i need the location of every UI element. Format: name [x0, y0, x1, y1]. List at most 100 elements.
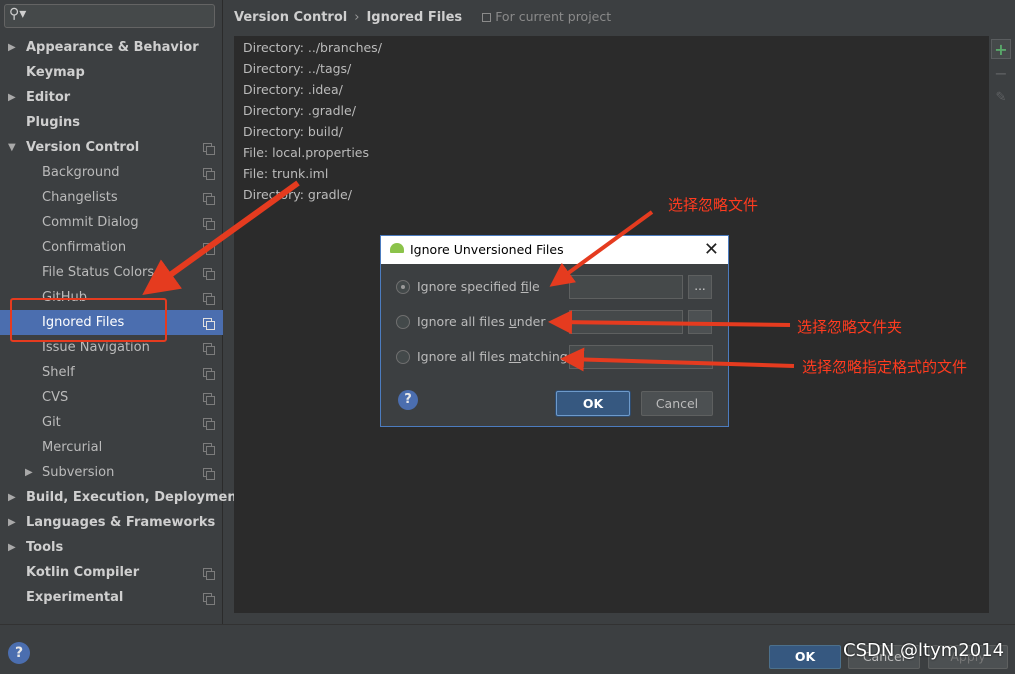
breadcrumb-ignored-files: Ignored Files — [366, 10, 463, 25]
collapsed-arrow-icon[interactable]: ▶ — [8, 35, 16, 60]
option-files-under[interactable]: Ignore all files under — [396, 310, 566, 334]
sidebar-item-mercurial[interactable]: Mercurial — [0, 435, 223, 460]
sidebar-item-shelf[interactable]: Shelf — [0, 360, 223, 385]
sidebar-item-file-status-colors[interactable]: File Status Colors — [0, 260, 223, 285]
browse-folder-button[interactable] — [688, 310, 712, 334]
option-label: Ignore all files under — [417, 314, 546, 329]
sidebar-item-version-control[interactable]: ▼ Version Control — [0, 135, 223, 160]
list-item[interactable]: File: trunk.iml — [235, 163, 987, 184]
browse-button[interactable]: ... — [688, 275, 712, 299]
close-icon[interactable]: ✕ — [704, 236, 719, 264]
sidebar-item-editor[interactable]: ▶ Editor — [0, 85, 223, 110]
sidebar-item-label: Changelists — [42, 190, 118, 205]
sidebar-item-tools[interactable]: ▶ Tools — [0, 535, 223, 560]
list-item[interactable]: Directory: .gradle/ — [235, 100, 987, 121]
collapsed-arrow-icon[interactable]: ▶ — [8, 510, 16, 535]
list-item[interactable]: Directory: build/ — [235, 121, 987, 142]
files-under-field[interactable] — [569, 310, 683, 334]
android-icon — [390, 243, 404, 253]
collapsed-arrow-icon[interactable]: ▶ — [25, 460, 33, 485]
expanded-arrow-icon[interactable]: ▼ — [8, 135, 16, 160]
help-icon[interactable]: ? — [8, 642, 30, 664]
sidebar-item-changelists[interactable]: Changelists — [0, 185, 223, 210]
collapsed-arrow-icon[interactable]: ▶ — [8, 85, 16, 110]
sidebar-item-label: File Status Colors — [42, 265, 155, 280]
breadcrumb-version-control[interactable]: Version Control — [234, 10, 347, 25]
project-copy-icon — [203, 368, 215, 380]
sidebar-item-kotlin-compiler[interactable]: Kotlin Compiler — [0, 560, 223, 585]
files-matching-field[interactable] — [569, 345, 713, 369]
sidebar-item-languages-frameworks[interactable]: ▶ Languages & Frameworks — [0, 510, 223, 535]
dialog-cancel-button[interactable]: Cancel — [641, 391, 713, 416]
option-specified-file[interactable]: Ignore specified file — [396, 275, 566, 299]
dialog-title: Ignore Unversioned Files — [410, 242, 564, 257]
sidebar-item-label: Editor — [26, 90, 71, 105]
sidebar-item-git[interactable]: Git — [0, 410, 223, 435]
project-copy-icon — [203, 218, 215, 230]
sidebar-item-cvs[interactable]: CVS — [0, 385, 223, 410]
project-copy-icon — [203, 568, 215, 580]
project-copy-icon — [203, 418, 215, 430]
sidebar-item-confirmation[interactable]: Confirmation — [0, 235, 223, 260]
search-input[interactable]: ⚲▾ — [4, 4, 215, 28]
sidebar-item-label: Keymap — [26, 65, 85, 80]
dialog-ok-button[interactable]: OK — [556, 391, 630, 416]
list-item[interactable]: Directory: gradle/ — [235, 184, 987, 205]
dialog-help-icon[interactable]: ? — [398, 390, 418, 410]
option-label: Ignore all files matching — [417, 349, 568, 364]
radio-files-under[interactable] — [396, 315, 410, 329]
sidebar-item-label: Mercurial — [42, 440, 103, 455]
annotation-note-pattern: 选择忽略指定格式的文件 — [802, 358, 968, 376]
sidebar-item-background[interactable]: Background — [0, 160, 223, 185]
project-copy-icon — [203, 343, 215, 355]
breadcrumb: Version Control › Ignored Files For current… — [234, 8, 611, 26]
project-copy-icon — [203, 293, 215, 305]
sidebar-item-experimental[interactable]: Experimental — [0, 585, 223, 610]
sidebar-item-label: Git — [42, 415, 61, 430]
option-files-matching[interactable]: Ignore all files matching — [396, 345, 568, 369]
project-copy-icon — [203, 268, 215, 280]
dialog-title-bar: Ignore Unversioned Files ✕ — [381, 236, 728, 264]
list-item[interactable]: Directory: ../branches/ — [235, 37, 987, 58]
collapsed-arrow-icon[interactable]: ▶ — [8, 485, 16, 510]
sidebar-item-label: Confirmation — [42, 240, 127, 255]
sidebar-item-label: Shelf — [42, 365, 75, 380]
copy-project-icon — [482, 13, 492, 22]
project-scope-label: For current project — [495, 9, 612, 24]
collapsed-arrow-icon[interactable]: ▶ — [8, 535, 16, 560]
add-icon[interactable]: + — [991, 39, 1011, 59]
project-copy-icon — [203, 593, 215, 605]
sidebar-item-build-execution-deployment[interactable]: ▶ Build, Execution, Deployment — [0, 485, 243, 510]
ok-button[interactable]: OK — [769, 645, 841, 669]
specified-file-field[interactable] — [569, 275, 683, 299]
sidebar-item-keymap[interactable]: Keymap — [0, 60, 223, 85]
project-copy-icon — [203, 393, 215, 405]
project-copy-icon — [203, 143, 215, 155]
list-item[interactable]: Directory: .idea/ — [235, 79, 987, 100]
radio-files-matching[interactable] — [396, 350, 410, 364]
sidebar-item-label: Appearance & Behavior — [26, 40, 199, 55]
project-copy-icon — [203, 468, 215, 480]
project-copy-icon — [203, 443, 215, 455]
sidebar-item-subversion[interactable]: ▶ Subversion — [0, 460, 223, 485]
radio-specified-file[interactable] — [396, 280, 410, 294]
search-icon: ⚲▾ — [9, 6, 27, 22]
sidebar-item-label: Subversion — [42, 465, 115, 480]
sidebar-item-commit-dialog[interactable]: Commit Dialog — [0, 210, 223, 235]
sidebar-item-label: CVS — [42, 390, 69, 405]
edit-icon[interactable]: ✎ — [991, 88, 1011, 108]
sidebar-item-label: Commit Dialog — [42, 215, 139, 230]
remove-icon[interactable]: − — [991, 64, 1011, 84]
list-item[interactable]: Directory: ../tags/ — [235, 58, 987, 79]
list-item[interactable]: File: local.properties — [235, 142, 987, 163]
project-copy-icon — [203, 318, 215, 330]
ignore-unversioned-dialog: Ignore Unversioned Files ✕ Ignore specif… — [380, 235, 729, 427]
sidebar-item-plugins[interactable]: Plugins — [0, 110, 223, 135]
project-copy-icon — [203, 168, 215, 180]
project-scope-note: For current project — [482, 9, 611, 24]
annotation-note-file: 选择忽略文件 — [668, 196, 759, 214]
sidebar-item-label: Build, Execution, Deployment — [26, 490, 243, 505]
sidebar-item-appearance-behavior[interactable]: ▶ Appearance & Behavior — [0, 35, 223, 60]
project-copy-icon — [203, 193, 215, 205]
sidebar-item-label: Experimental — [26, 590, 124, 605]
